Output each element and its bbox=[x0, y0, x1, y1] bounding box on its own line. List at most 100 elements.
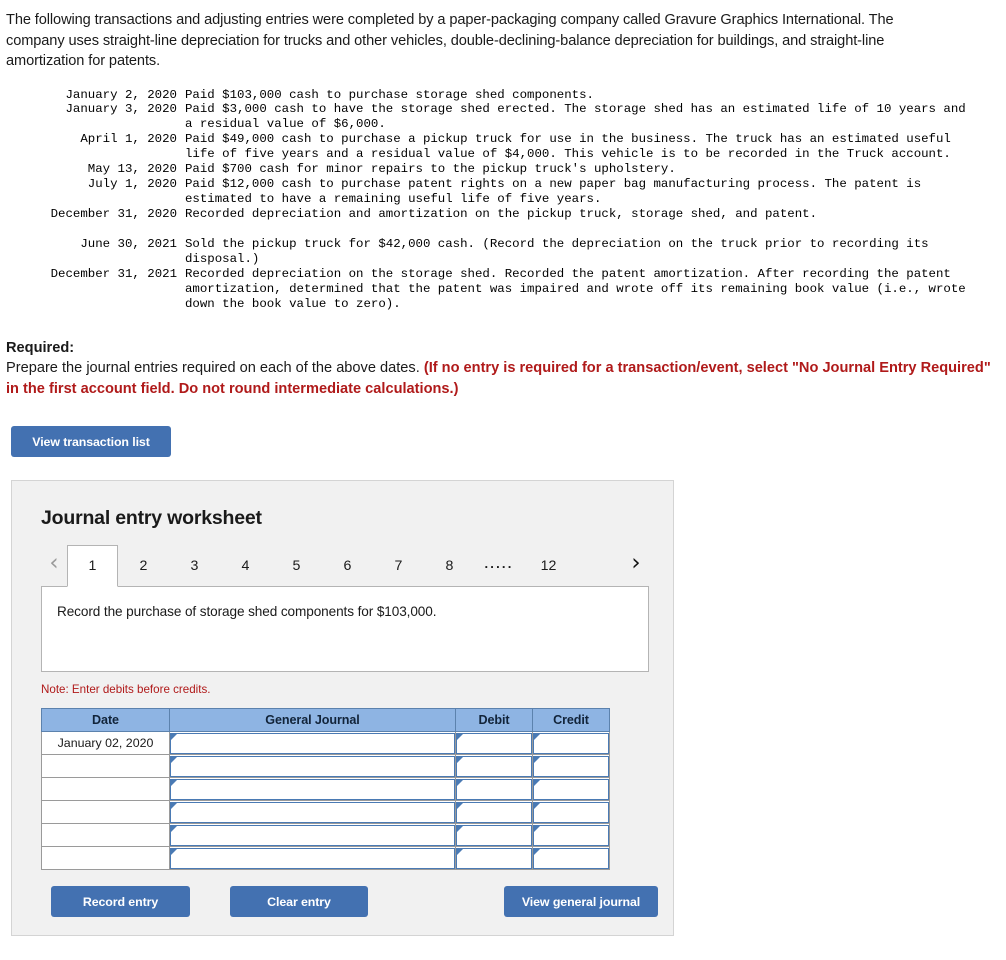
debit-input[interactable] bbox=[456, 824, 532, 846]
journal-general-journal-cell[interactable] bbox=[169, 777, 456, 802]
general-journal-input[interactable] bbox=[170, 801, 455, 823]
transaction-description: Paid $49,000 cash to purchase a pickup t… bbox=[185, 132, 951, 162]
journal-debit-cell[interactable] bbox=[455, 754, 533, 779]
table-row bbox=[41, 846, 610, 871]
required-label: Required: bbox=[6, 339, 75, 356]
tab-12[interactable]: 12 bbox=[523, 545, 574, 586]
journal-general-journal-cell[interactable] bbox=[169, 846, 456, 871]
transaction-description: Recorded depreciation and amortization o… bbox=[185, 207, 818, 222]
clear-entry-button[interactable]: Clear entry bbox=[230, 886, 368, 918]
debit-input[interactable] bbox=[456, 755, 532, 777]
column-header-credit: Credit bbox=[532, 708, 610, 733]
worksheet-prompt-text: Record the purchase of storage shed comp… bbox=[57, 604, 437, 620]
journal-general-journal-cell[interactable] bbox=[169, 731, 456, 756]
journal-date-cell[interactable] bbox=[41, 754, 170, 779]
transaction-description: Paid $12,000 cash to purchase patent rig… bbox=[185, 177, 922, 207]
credit-input[interactable] bbox=[533, 801, 609, 823]
journal-credit-cell[interactable] bbox=[532, 777, 610, 802]
worksheet-prompt-panel: Record the purchase of storage shed comp… bbox=[41, 586, 649, 673]
journal-date-cell[interactable] bbox=[41, 800, 170, 825]
tab-6[interactable]: 6 bbox=[322, 545, 373, 586]
transaction-row: January 2, 2020 Paid $103,000 cash to pur… bbox=[5, 88, 1006, 103]
journal-table-head: Date General Journal Debit Credit bbox=[41, 708, 610, 733]
transaction-row bbox=[5, 222, 1006, 237]
journal-table-wrapper: Date General Journal Debit Credit Januar… bbox=[41, 708, 610, 871]
chevron-right-icon[interactable]: › bbox=[623, 545, 649, 586]
journal-date-cell[interactable] bbox=[41, 777, 170, 802]
column-header-date: Date bbox=[41, 708, 170, 733]
debit-input[interactable] bbox=[456, 847, 532, 869]
tab-5[interactable]: 5 bbox=[271, 545, 322, 586]
debits-before-credits-note: Note: Enter debits before credits. bbox=[41, 683, 211, 697]
worksheet-tabs: 1 2 3 4 5 6 7 8..... 12 bbox=[67, 545, 574, 588]
required-instruction: Prepare the journal entries required on … bbox=[6, 360, 420, 377]
intro-paragraph: The following transactions and adjusting… bbox=[6, 12, 894, 69]
credit-input[interactable] bbox=[533, 755, 609, 777]
general-journal-input[interactable] bbox=[170, 847, 455, 869]
journal-credit-cell[interactable] bbox=[532, 800, 610, 825]
worksheet-title: Journal entry worksheet bbox=[41, 507, 262, 530]
general-journal-input[interactable] bbox=[170, 824, 455, 846]
journal-credit-cell[interactable] bbox=[532, 823, 610, 848]
transaction-row: December 31, 2020 Recorded depreciation a… bbox=[5, 207, 1006, 222]
debit-input[interactable] bbox=[456, 801, 532, 823]
transaction-date: July 1, 2020 bbox=[87, 177, 177, 192]
transaction-row: May 13, 2020 Paid $700 cash for minor rep… bbox=[5, 162, 1006, 177]
journal-date-cell[interactable]: January 02, 2020 bbox=[41, 731, 170, 756]
journal-general-journal-cell[interactable] bbox=[169, 800, 456, 825]
journal-debit-cell[interactable] bbox=[455, 846, 533, 871]
column-header-debit: Debit bbox=[455, 708, 533, 733]
general-journal-input[interactable] bbox=[170, 755, 455, 777]
journal-table-header-row: Date General Journal Debit Credit bbox=[41, 708, 610, 733]
journal-debit-cell[interactable] bbox=[455, 731, 533, 756]
transaction-row: April 1, 2020 Paid $49,000 cash to purcha… bbox=[5, 132, 1006, 162]
required-section: Required: Prepare the journal entries re… bbox=[0, 312, 1006, 400]
journal-date-cell[interactable] bbox=[41, 846, 170, 871]
transaction-description: Paid $103,000 cash to purchase storage s… bbox=[185, 87, 594, 102]
view-transaction-list-button[interactable]: View transaction list bbox=[11, 426, 171, 458]
journal-debit-cell[interactable] bbox=[455, 823, 533, 848]
transaction-row: January 3, 2020 Paid $3,000 cash to have … bbox=[5, 102, 1006, 132]
tab-7[interactable]: 7 bbox=[373, 545, 424, 586]
tab-8[interactable]: 8 bbox=[424, 545, 475, 586]
transaction-row: July 1, 2020 Paid $12,000 cash to purchas… bbox=[5, 177, 1006, 207]
tab-4[interactable]: 4 bbox=[220, 545, 271, 586]
journal-credit-cell[interactable] bbox=[532, 731, 610, 756]
credit-input[interactable] bbox=[533, 732, 609, 754]
debit-input[interactable] bbox=[456, 778, 532, 800]
transaction-row: December 31, 2021 Recorded depreciation o… bbox=[5, 267, 1006, 312]
view-general-journal-button[interactable]: View general journal bbox=[504, 886, 658, 918]
journal-credit-cell[interactable] bbox=[532, 754, 610, 779]
transaction-description: Paid $3,000 cash to have the storage she… bbox=[185, 102, 966, 132]
journal-debit-cell[interactable] bbox=[455, 800, 533, 825]
credit-input[interactable] bbox=[533, 778, 609, 800]
transaction-date: December 31, 2020 bbox=[50, 207, 177, 222]
chevron-left-icon[interactable]: ‹ bbox=[41, 545, 67, 586]
journal-date-cell[interactable] bbox=[41, 823, 170, 848]
tab-1[interactable]: 1 bbox=[67, 545, 118, 588]
tab-ellipsis: ..... bbox=[484, 556, 514, 572]
required-body: Prepare the journal entries required on … bbox=[6, 358, 1000, 399]
transaction-date: April 1, 2020 bbox=[80, 132, 177, 147]
record-entry-button[interactable]: Record entry bbox=[51, 886, 190, 918]
transaction-date: June 30, 2021 bbox=[80, 237, 177, 252]
general-journal-input[interactable] bbox=[170, 732, 455, 754]
credit-input[interactable] bbox=[533, 824, 609, 846]
journal-debit-cell[interactable] bbox=[455, 777, 533, 802]
tab-2[interactable]: 2 bbox=[118, 545, 169, 586]
transaction-list: January 2, 2020 Paid $103,000 cash to pur… bbox=[5, 72, 1006, 312]
table-row bbox=[41, 800, 610, 825]
transaction-date: January 2, 2020 bbox=[65, 87, 177, 102]
journal-general-journal-cell[interactable] bbox=[169, 823, 456, 848]
journal-general-journal-cell[interactable] bbox=[169, 754, 456, 779]
transaction-description: Recorded depreciation on the storage she… bbox=[185, 266, 966, 311]
tab-3[interactable]: 3 bbox=[169, 545, 220, 586]
journal-entry-worksheet-panel: Journal entry worksheet ‹ 1 2 3 4 5 6 7 8..... 1… bbox=[11, 480, 674, 937]
table-row bbox=[41, 754, 610, 779]
debit-input[interactable] bbox=[456, 732, 532, 754]
journal-table-body: January 02, 2020 bbox=[41, 731, 610, 871]
worksheet-tabstrip: ‹ 1 2 3 4 5 6 7 8..... 12 › bbox=[41, 545, 649, 588]
journal-credit-cell[interactable] bbox=[532, 846, 610, 871]
credit-input[interactable] bbox=[533, 847, 609, 869]
general-journal-input[interactable] bbox=[170, 778, 455, 800]
